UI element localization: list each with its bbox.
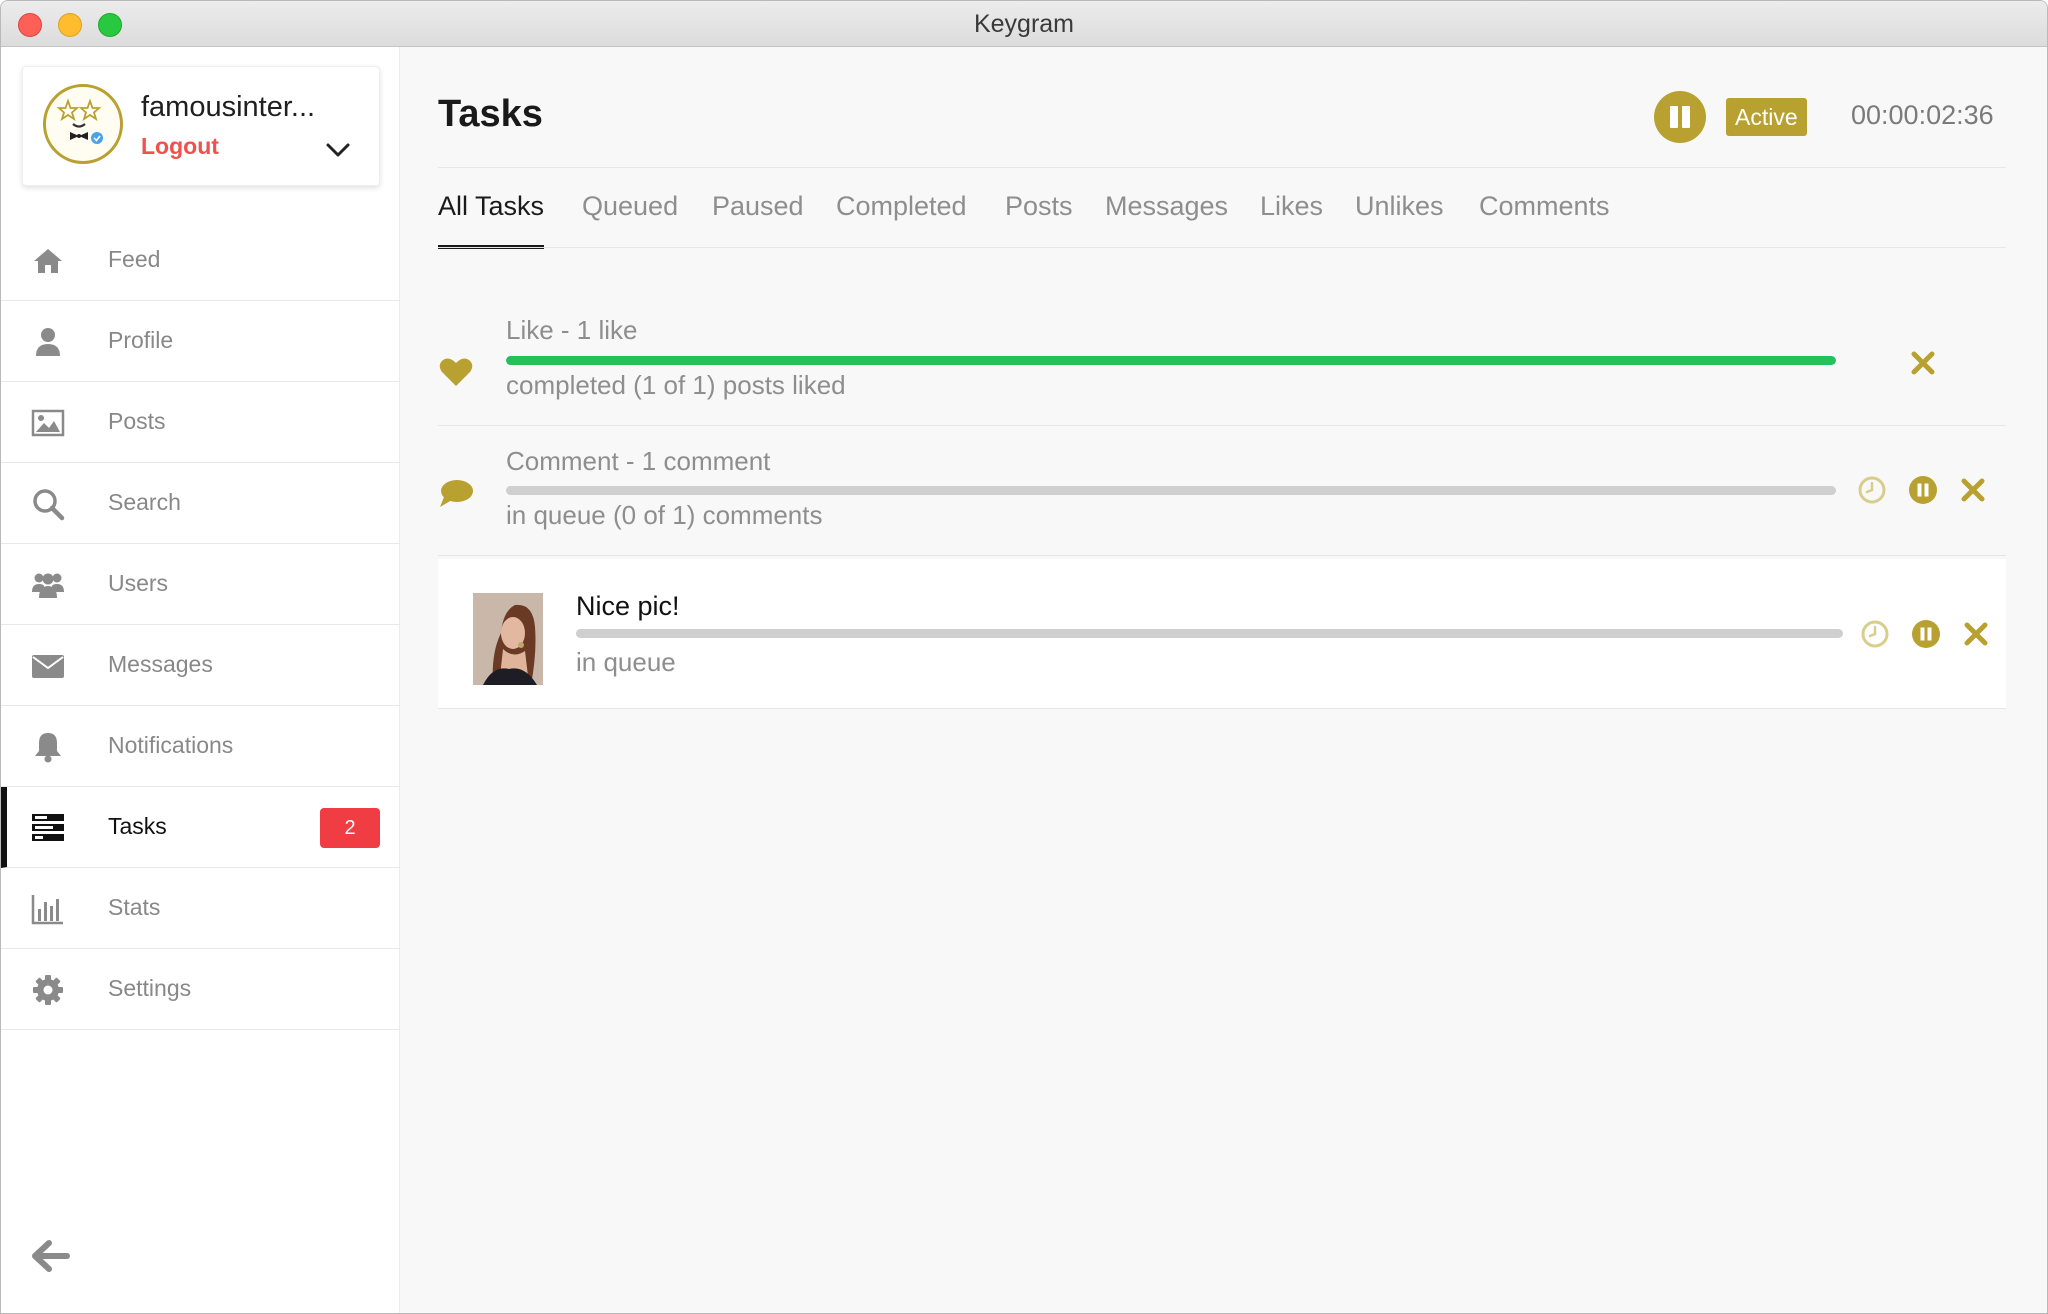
chevron-down-icon[interactable]	[323, 135, 353, 165]
image-icon	[31, 409, 65, 437]
sidebar-item-posts[interactable]: Posts	[1, 382, 400, 463]
task-progress-bar	[506, 356, 1836, 365]
sidebar-item-users[interactable]: Users	[1, 544, 400, 625]
app-window: Keygram famousinter... Logout Feed Profi…	[0, 0, 2048, 1314]
heart-icon	[439, 358, 473, 386]
account-name: famousinter...	[141, 91, 316, 123]
session-timer: 00:00:02:36	[1851, 100, 1994, 130]
task-progress-bar	[506, 486, 1836, 495]
gear-icon	[33, 975, 63, 1005]
subtask-row: Nice pic! in queue	[438, 559, 2006, 709]
sidebar-item-label: Tasks	[108, 813, 167, 839]
close-icon[interactable]	[1908, 348, 1938, 378]
sidebar-item-feed[interactable]: Feed	[1, 220, 400, 301]
sidebar-item-label: Users	[108, 570, 169, 596]
sidebar-nav: Feed Profile Posts Search Users Messages…	[1, 220, 400, 1030]
clock-icon[interactable]	[1857, 475, 1887, 505]
logout-link[interactable]: Logout	[141, 133, 219, 160]
sidebar-item-label: Posts	[108, 408, 166, 434]
sidebar-item-tasks[interactable]: Tasks 2	[1, 787, 400, 868]
sidebar-item-messages[interactable]: Messages	[1, 625, 400, 706]
tab-likes[interactable]: Likes	[1260, 187, 1323, 249]
tab-completed[interactable]: Completed	[836, 187, 967, 249]
envelope-icon	[32, 655, 64, 678]
sidebar: famousinter... Logout Feed Profile Posts…	[1, 47, 400, 1313]
tab-unlikes[interactable]: Unlikes	[1355, 187, 1444, 249]
task-status: completed (1 of 1) posts liked	[506, 370, 846, 400]
status-badge: Active	[1726, 98, 1807, 136]
task-row-comment: Comment - 1 comment in queue (0 of 1) co…	[438, 426, 2006, 556]
collapse-sidebar-arrow-icon[interactable]	[29, 1235, 71, 1277]
sidebar-item-notifications[interactable]: Notifications	[1, 706, 400, 787]
home-icon	[34, 249, 62, 273]
pause-all-button[interactable]	[1654, 91, 1706, 143]
pause-icon[interactable]	[1908, 475, 1938, 505]
title-bar: Keygram	[1, 1, 2047, 47]
bell-icon	[35, 733, 61, 763]
subtask-progress-bar	[576, 629, 1843, 638]
subtask-status: in queue	[576, 647, 676, 677]
search-icon	[33, 489, 65, 521]
sidebar-item-label: Settings	[108, 975, 192, 1001]
tab-posts[interactable]: Posts	[1005, 187, 1073, 249]
users-icon	[32, 573, 64, 598]
close-icon[interactable]	[1958, 475, 1988, 505]
sidebar-item-search[interactable]: Search	[1, 463, 400, 544]
task-progress-fill	[506, 356, 1836, 365]
bar-chart-icon	[31, 895, 63, 925]
window-title: Keygram	[973, 10, 1075, 38]
subtask-title: Nice pic!	[576, 591, 680, 621]
comment-icon	[440, 480, 473, 507]
sidebar-item-label: Stats	[108, 894, 161, 920]
sidebar-item-label: Feed	[108, 246, 161, 272]
sidebar-item-stats[interactable]: Stats	[1, 868, 400, 949]
tab-comments[interactable]: Comments	[1479, 187, 1610, 249]
clock-icon[interactable]	[1860, 619, 1890, 649]
tab-all-tasks[interactable]: All Tasks	[438, 187, 545, 249]
sidebar-item-label: Search	[108, 489, 181, 515]
tab-paused[interactable]: Paused	[712, 187, 804, 249]
main-content: Tasks Active 00:00:02:36 All Tasks Queue…	[401, 47, 2047, 1313]
task-title: Like - 1 like	[506, 315, 638, 345]
task-status: in queue (0 of 1) comments	[506, 500, 823, 530]
task-row-like: Like - 1 like completed (1 of 1) posts l…	[438, 312, 2006, 426]
user-icon	[36, 328, 60, 356]
sidebar-item-settings[interactable]: Settings	[1, 949, 400, 1030]
sidebar-item-label: Profile	[108, 327, 174, 353]
tasks-icon	[32, 814, 64, 841]
tab-messages[interactable]: Messages	[1105, 187, 1228, 249]
header-divider	[438, 167, 2006, 168]
post-thumbnail[interactable]	[473, 593, 543, 685]
tab-queued[interactable]: Queued	[582, 187, 678, 249]
sidebar-item-label: Notifications	[108, 732, 234, 758]
page-title: Tasks	[438, 93, 543, 135]
tabs-divider	[438, 247, 2006, 248]
task-title: Comment - 1 comment	[506, 446, 771, 476]
task-tabs: All Tasks Queued Paused Completed Posts …	[438, 187, 2006, 249]
pause-icon[interactable]	[1911, 619, 1941, 649]
tasks-count-badge: 2	[320, 808, 380, 848]
close-icon[interactable]	[1961, 619, 1991, 649]
sidebar-item-profile[interactable]: Profile	[1, 301, 400, 382]
sidebar-item-label: Messages	[108, 651, 213, 677]
account-card: famousinter... Logout	[22, 66, 380, 186]
avatar[interactable]	[43, 84, 123, 164]
